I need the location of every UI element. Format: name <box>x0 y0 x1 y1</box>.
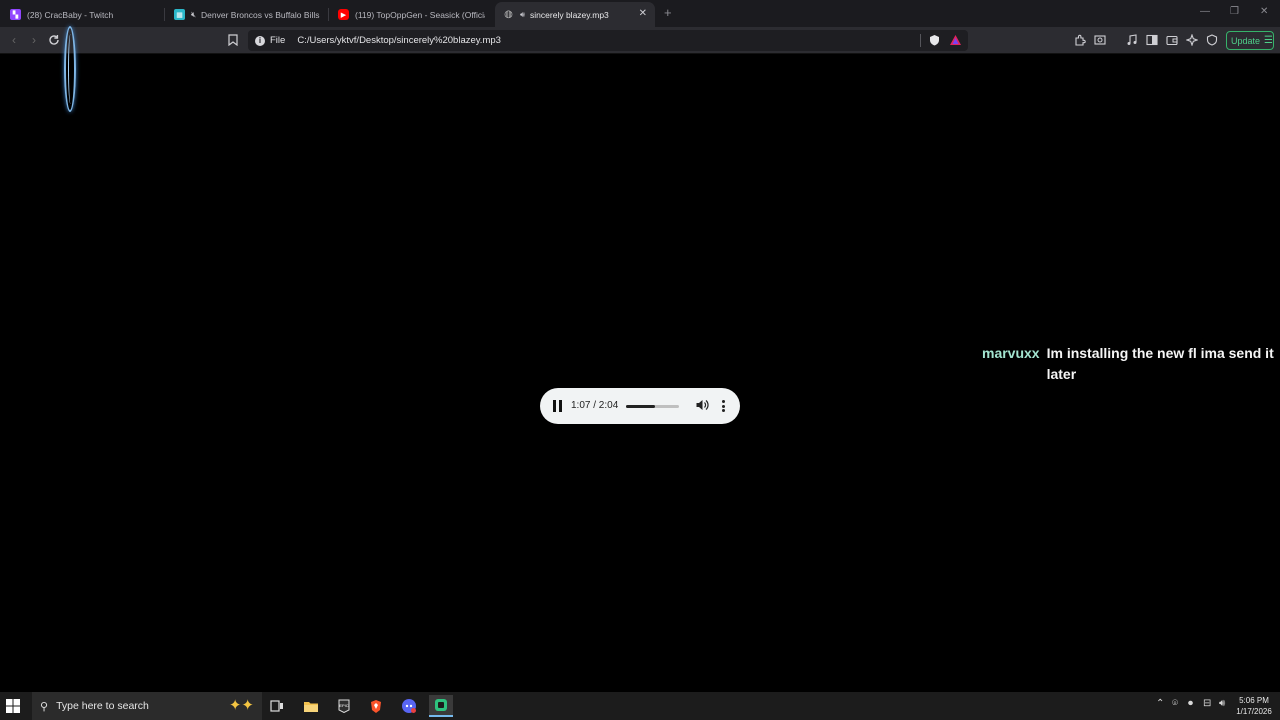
active-app-icon[interactable] <box>429 695 453 717</box>
svg-text:EPIC: EPIC <box>339 703 348 708</box>
browser-toolbar: ‹ › i File C:/Users/yktvf/Desktop/sincer… <box>0 27 1280 54</box>
seek-slider[interactable] <box>626 405 679 408</box>
tab-separator <box>164 8 165 21</box>
volume-tray-icon[interactable]: 🔊︎ <box>1219 698 1225 709</box>
clock-time: 5:06 PM <box>1239 696 1269 705</box>
tab-title: sincerely blazey.mp3 <box>530 9 609 20</box>
twitch-icon: ▚ <box>10 9 21 20</box>
network-icon[interactable]: ⊟ <box>1203 698 1211 709</box>
system-clock[interactable]: 5:06 PM 1/17/2026 <box>1234 695 1274 717</box>
url-text[interactable]: C:/Users/yktvf/Desktop/sincerely%20blaze… <box>297 35 501 46</box>
clock-date: 1/17/2026 <box>1236 707 1272 716</box>
tab-separator <box>328 8 329 21</box>
bookmark-icon[interactable] <box>225 32 241 48</box>
update-button[interactable]: Update ☰ <box>1226 31 1274 50</box>
pause-icon[interactable] <box>553 400 562 412</box>
tab-title: (28) CracBaby - Twitch <box>27 9 114 20</box>
windows-taskbar: ⚲ Type here to search ✦✦ EPIC ⌃ ⌾ ⏺ ⊟ 🔊︎… <box>0 692 1280 720</box>
brave-shields-icon[interactable] <box>926 32 942 48</box>
youtube-icon: ▶ <box>338 9 349 20</box>
epic-games-icon[interactable]: EPIC <box>332 695 356 717</box>
audio-player[interactable]: 1:07 / 2:04 <box>540 388 740 424</box>
tab-title: Denver Broncos vs Buffalo Bills Li <box>201 9 321 20</box>
tab-twitch[interactable]: ▚ (28) CracBaby - Twitch <box>2 2 165 27</box>
leo-ai-icon[interactable] <box>1184 32 1200 48</box>
loading-ring-overlay <box>64 26 76 112</box>
tab-youtube-seasick[interactable]: ▶ (119) TopOppGen - Seasick (Official V <box>330 2 493 27</box>
menu-icon: ☰ <box>1264 35 1273 46</box>
file-explorer-icon[interactable] <box>299 695 323 717</box>
microphone-icon[interactable]: ⏺ <box>1188 698 1193 709</box>
brave-rewards-icon[interactable] <box>947 32 963 48</box>
taskbar-search-box[interactable]: ⚲ Type here to search ✦✦ <box>32 692 262 720</box>
globe-icon: ◍ <box>504 9 513 20</box>
show-hidden-icons-chevron-icon[interactable]: ⌃ <box>1156 698 1164 709</box>
task-view-icon[interactable] <box>265 695 289 717</box>
search-icon: ⚲ <box>40 700 49 713</box>
audio-playing-icon[interactable]: 🔊︎ <box>520 10 525 20</box>
back-icon[interactable]: ‹ <box>6 32 22 48</box>
tab-broncos-bills[interactable]: ▦ 🔇︎ Denver Broncos vs Buffalo Bills Li <box>166 2 329 27</box>
update-label: Update <box>1231 35 1261 46</box>
new-tab-icon[interactable]: + <box>664 5 672 20</box>
more-options-icon[interactable] <box>720 398 726 414</box>
windows-start-icon[interactable] <box>6 699 20 713</box>
minimize-icon[interactable]: — <box>1200 6 1210 17</box>
headset-icon[interactable]: ⌾ <box>1172 698 1178 709</box>
media-control-icon[interactable] <box>1124 32 1140 48</box>
sidebar-icon[interactable] <box>1144 32 1160 48</box>
restore-icon[interactable]: ❐ <box>1230 6 1239 17</box>
forward-icon[interactable]: › <box>26 32 42 48</box>
screenshot-icon[interactable] <box>1092 32 1108 48</box>
muted-speaker-icon[interactable]: 🔇︎ <box>191 10 196 20</box>
window-close-icon[interactable]: ✕ <box>1260 6 1268 17</box>
url-scheme-label: File <box>270 35 286 46</box>
search-highlight-icon[interactable]: ✦✦ <box>229 696 254 714</box>
info-icon[interactable]: i <box>255 35 265 46</box>
brave-browser-icon[interactable] <box>364 695 388 717</box>
search-placeholder: Type here to search <box>56 700 149 712</box>
chat-overlay-message: marvuxx Im installing the new fl ima sen… <box>982 343 1274 385</box>
wallet-icon[interactable] <box>1164 32 1180 48</box>
sports-icon: ▦ <box>174 9 185 20</box>
reload-icon[interactable] <box>46 32 62 48</box>
volume-icon[interactable] <box>695 398 709 412</box>
tab-sincerely-blazey[interactable]: ◍ 🔊︎ sincerely blazey.mp3 ✕ <box>495 2 655 27</box>
close-tab-icon[interactable]: ✕ <box>639 8 647 19</box>
seek-progress <box>626 405 655 408</box>
address-bar[interactable]: i File C:/Users/yktvf/Desktop/sincerely%… <box>248 30 968 51</box>
tab-strip: ▚ (28) CracBaby - Twitch ▦ 🔇︎ Denver Bro… <box>0 0 1280 27</box>
address-divider <box>920 34 921 47</box>
chat-message-text: Im installing the new fl ima send it lat… <box>1046 345 1274 382</box>
vpn-shield-icon[interactable] <box>1204 32 1220 48</box>
tab-title: (119) TopOppGen - Seasick (Official V <box>355 9 485 20</box>
playback-time: 1:07 / 2:04 <box>571 400 619 411</box>
extensions-icon[interactable] <box>1072 32 1088 48</box>
chat-username: marvuxx <box>982 345 1040 361</box>
discord-icon[interactable] <box>397 695 421 717</box>
